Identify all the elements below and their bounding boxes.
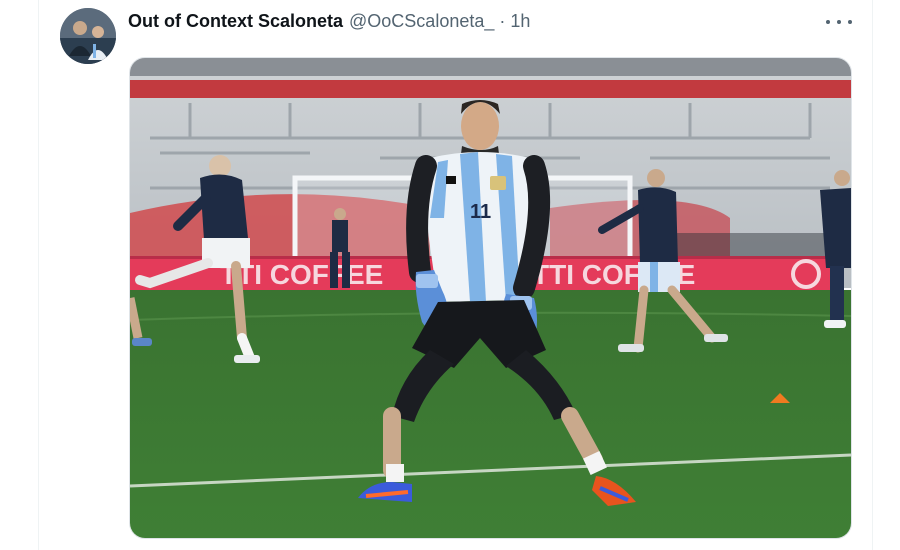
avatar[interactable]	[60, 8, 116, 64]
timeline-border-right	[872, 0, 873, 550]
timestamp[interactable]: 1h	[510, 11, 530, 32]
more-horizontal-icon[interactable]	[826, 14, 852, 30]
jersey-number: 11	[470, 201, 491, 223]
timeline-border-left	[38, 0, 39, 550]
tweet-card[interactable]: Out of Context Scaloneta @OoCScaloneta_ …	[0, 0, 900, 550]
football-warmup-photo: TTI COFFEE TTI COFFEE 11	[130, 58, 851, 538]
display-name[interactable]: Out of Context Scaloneta	[128, 11, 343, 32]
tweet-photo[interactable]: TTI COFFEE TTI COFFEE 11	[129, 57, 852, 539]
user-handle[interactable]: @OoCScaloneta_	[349, 11, 494, 32]
stand-red-stripe	[130, 80, 851, 98]
separator-dot: ·	[499, 10, 506, 31]
tweet-header: Out of Context Scaloneta @OoCScaloneta_ …	[128, 9, 530, 33]
avatar-image	[60, 8, 116, 64]
